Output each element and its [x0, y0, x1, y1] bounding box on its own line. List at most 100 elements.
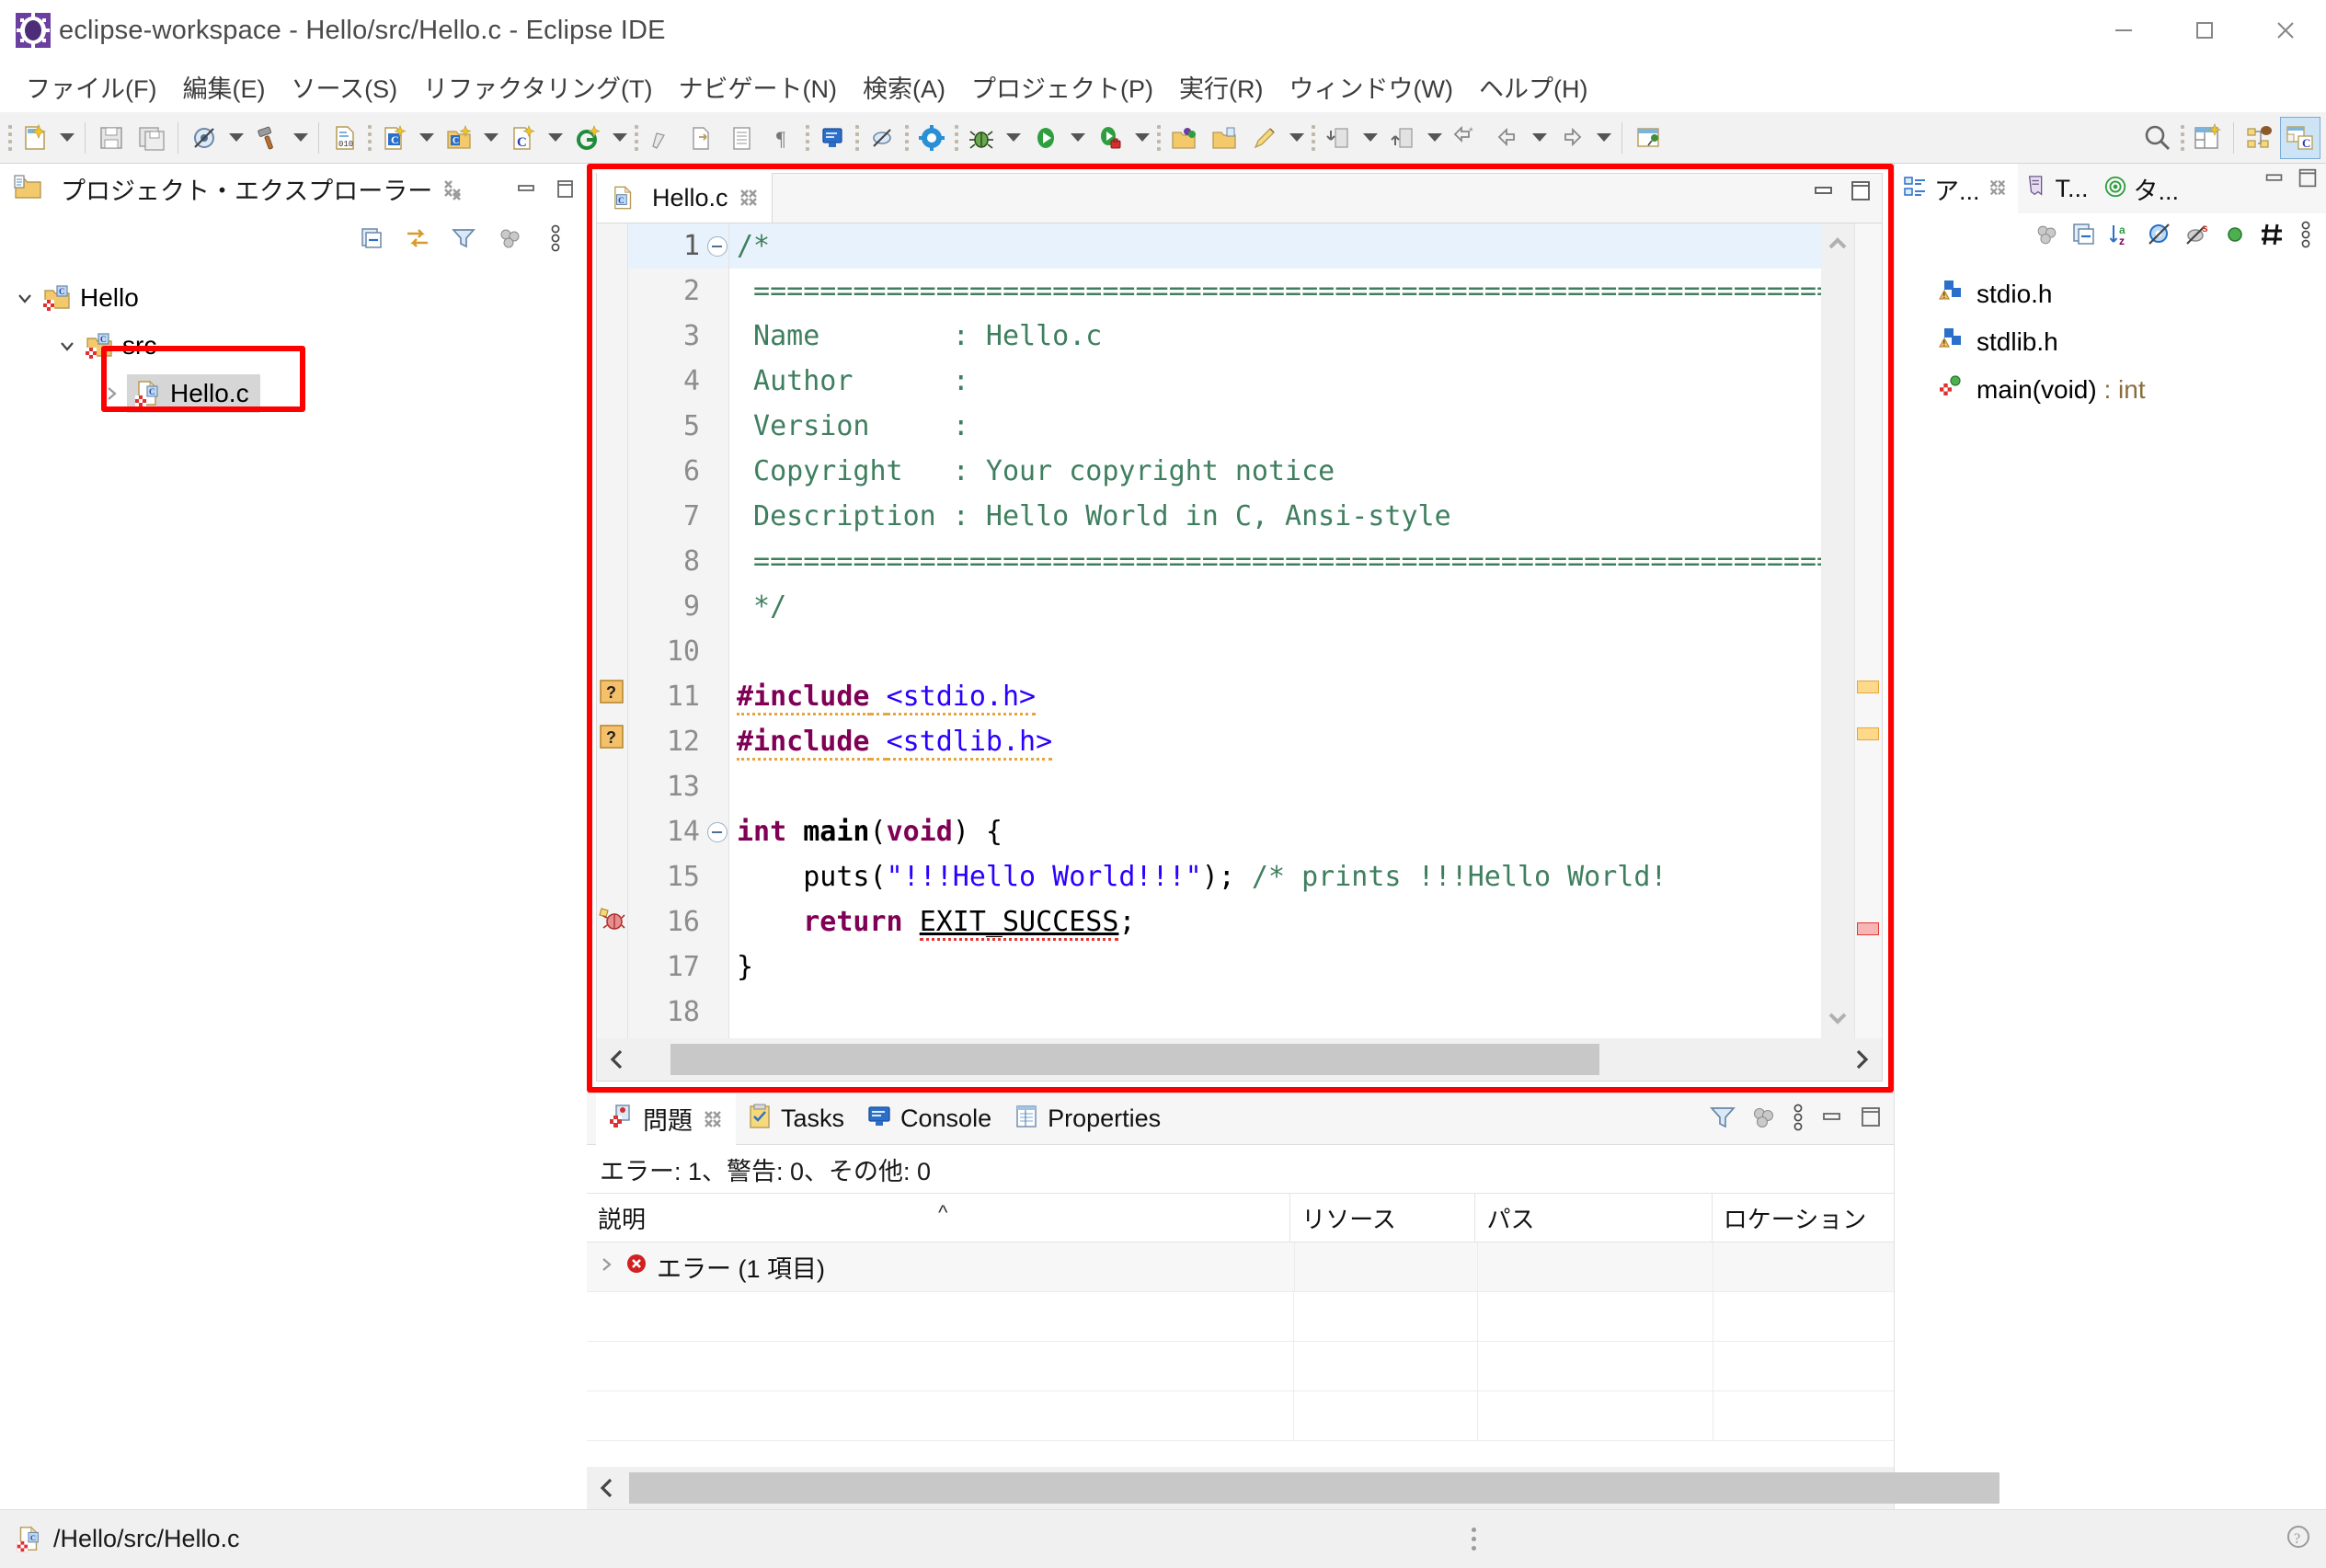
- maximize-window-button[interactable]: [2164, 0, 2245, 61]
- more-icon[interactable]: [537, 220, 574, 257]
- minimize-icon[interactable]: [1818, 1104, 1846, 1136]
- horizontal-scroll-thumb[interactable]: [670, 1044, 1599, 1075]
- menu-file[interactable]: ファイル(F): [13, 65, 169, 109]
- chevron-down-icon[interactable]: [52, 336, 83, 356]
- column-header-path[interactable]: パス: [1475, 1194, 1713, 1242]
- hash-icon[interactable]: [2259, 221, 2286, 253]
- skip-breakpoints-dropdown-icon[interactable]: [224, 117, 248, 159]
- scroll-right-icon[interactable]: [1841, 1038, 1882, 1081]
- toolbar-gripper[interactable]: [1154, 122, 1163, 154]
- console-icon[interactable]: [812, 117, 853, 159]
- vertical-scroll-track[interactable]: [1821, 264, 1854, 998]
- new-c-project-dropdown-icon[interactable]: [415, 117, 439, 159]
- tab-target[interactable]: タ...: [2096, 164, 2187, 213]
- toolbar-gripper[interactable]: [365, 122, 374, 154]
- code-line[interactable]: Author :: [729, 359, 1821, 404]
- tab-project-explorer[interactable]: プロジェクト・エクスプローラー: [0, 164, 474, 213]
- close-icon[interactable]: [441, 177, 464, 200]
- collapse-all-icon[interactable]: [353, 220, 390, 257]
- tab-hello-c[interactable]: C Hello.c: [597, 173, 773, 223]
- minimize-icon[interactable]: [510, 172, 543, 205]
- debug-icon[interactable]: [961, 117, 1002, 159]
- close-window-button[interactable]: [2245, 0, 2326, 61]
- scroll-left-icon[interactable]: [597, 1038, 637, 1081]
- menu-run[interactable]: 実行(R): [1166, 65, 1276, 109]
- editor-code-area[interactable]: /* =====================================…: [729, 223, 1821, 1038]
- column-header-resource[interactable]: リソース: [1290, 1194, 1476, 1242]
- error-ruler-mark[interactable]: [1857, 922, 1879, 935]
- search-tasks-icon[interactable]: [1204, 117, 1244, 159]
- column-header-description[interactable]: 説明 ^: [587, 1194, 1291, 1242]
- link-with-editor-icon[interactable]: [399, 220, 436, 257]
- search-icon[interactable]: [2137, 117, 2178, 159]
- sort-az-icon[interactable]: a z: [2108, 221, 2136, 253]
- close-icon[interactable]: [701, 1107, 725, 1131]
- toolbar-gripper[interactable]: [6, 122, 15, 154]
- code-line[interactable]: puts("!!!Hello World!!!"); /* prints !!!…: [729, 854, 1821, 899]
- new-c-source-file-icon[interactable]: C: [503, 117, 544, 159]
- hide-static-icon[interactable]: s: [2183, 221, 2211, 253]
- profile-icon[interactable]: [1090, 117, 1130, 159]
- close-icon[interactable]: [1987, 177, 2011, 200]
- debug-dropdown-icon[interactable]: [1002, 117, 1026, 159]
- menu-search[interactable]: 検索(A): [850, 65, 958, 109]
- tab-properties[interactable]: Properties: [1003, 1093, 1172, 1145]
- tab-problems[interactable]: 問題: [596, 1093, 736, 1145]
- filter-icon[interactable]: [445, 220, 482, 257]
- chevron-down-icon[interactable]: [9, 288, 40, 308]
- code-line[interactable]: ========================================…: [729, 269, 1821, 314]
- previous-annotation-icon[interactable]: [1382, 117, 1423, 159]
- hide-fields-icon[interactable]: [2146, 221, 2173, 253]
- c-cpp-perspective-icon[interactable]: C: [2280, 116, 2320, 159]
- forward-dropdown-icon[interactable]: [1592, 117, 1616, 159]
- problems-horizontal-scrollbar[interactable]: [587, 1467, 1999, 1509]
- minimize-window-button[interactable]: [2083, 0, 2164, 61]
- view-menu-icon[interactable]: [491, 220, 528, 257]
- binary-icon[interactable]: 010: [325, 117, 365, 159]
- fold-toggle-icon[interactable]: [705, 223, 728, 269]
- chevron-right-icon[interactable]: [596, 1253, 616, 1281]
- code-line[interactable]: */: [729, 584, 1821, 629]
- maximize-icon[interactable]: [548, 172, 581, 205]
- build-settings-icon[interactable]: [911, 117, 952, 159]
- last-edit-icon[interactable]: *: [1447, 117, 1487, 159]
- new-c-folder-dropdown-icon[interactable]: [479, 117, 503, 159]
- new-file-dropdown-icon[interactable]: [55, 117, 79, 159]
- code-line[interactable]: [729, 629, 1821, 674]
- minimize-icon[interactable]: [1810, 177, 1838, 210]
- forward-icon[interactable]: [1552, 117, 1592, 159]
- fold-toggle-icon[interactable]: [705, 809, 728, 854]
- toolbar-gripper[interactable]: [902, 122, 911, 154]
- back-icon[interactable]: [1487, 117, 1528, 159]
- editor-folding-column[interactable]: [705, 223, 729, 1038]
- new-c-project-icon[interactable]: C: [374, 117, 415, 159]
- open-element-icon[interactable]: [682, 117, 722, 159]
- help-icon[interactable]: ?: [2284, 1522, 2313, 1556]
- editor-marker-column[interactable]: ? ?: [597, 223, 628, 1038]
- skip-breakpoints-icon[interactable]: [184, 117, 224, 159]
- code-line[interactable]: Copyright : Your copyright notice: [729, 449, 1821, 494]
- warning-marker-icon[interactable]: ?: [600, 725, 624, 753]
- view-menu-icon[interactable]: [1748, 1103, 1778, 1137]
- profile-dropdown-icon[interactable]: [1130, 117, 1154, 159]
- code-line[interactable]: [729, 990, 1821, 1035]
- previous-annotation-dropdown-icon[interactable]: [1423, 117, 1447, 159]
- tab-tasks[interactable]: Tasks: [736, 1093, 855, 1145]
- pin-icon[interactable]: [862, 117, 902, 159]
- code-line[interactable]: [729, 764, 1821, 809]
- menu-source[interactable]: ソース(S): [278, 65, 410, 109]
- build-hammer-icon[interactable]: [248, 117, 289, 159]
- editor-vertical-scrollbar[interactable]: [1821, 223, 1854, 1038]
- save-icon[interactable]: [91, 117, 132, 159]
- outline-item-main[interactable]: main(void) : int: [1895, 366, 2326, 414]
- filter-icon[interactable]: [1708, 1103, 1737, 1137]
- editor-overview-ruler[interactable]: [1854, 223, 1882, 1038]
- menu-project[interactable]: プロジェクト(P): [958, 65, 1166, 109]
- new-file-icon[interactable]: [15, 117, 55, 159]
- code-line[interactable]: #include <stdio.h>: [729, 674, 1821, 719]
- annotation-icon[interactable]: [1244, 117, 1285, 159]
- menu-window[interactable]: ウィンドウ(W): [1277, 65, 1466, 109]
- horizontal-scroll-track[interactable]: [637, 1038, 1841, 1081]
- scroll-down-icon[interactable]: [1821, 998, 1854, 1038]
- outline-item-stdio[interactable]: ! stdio.h: [1895, 270, 2326, 318]
